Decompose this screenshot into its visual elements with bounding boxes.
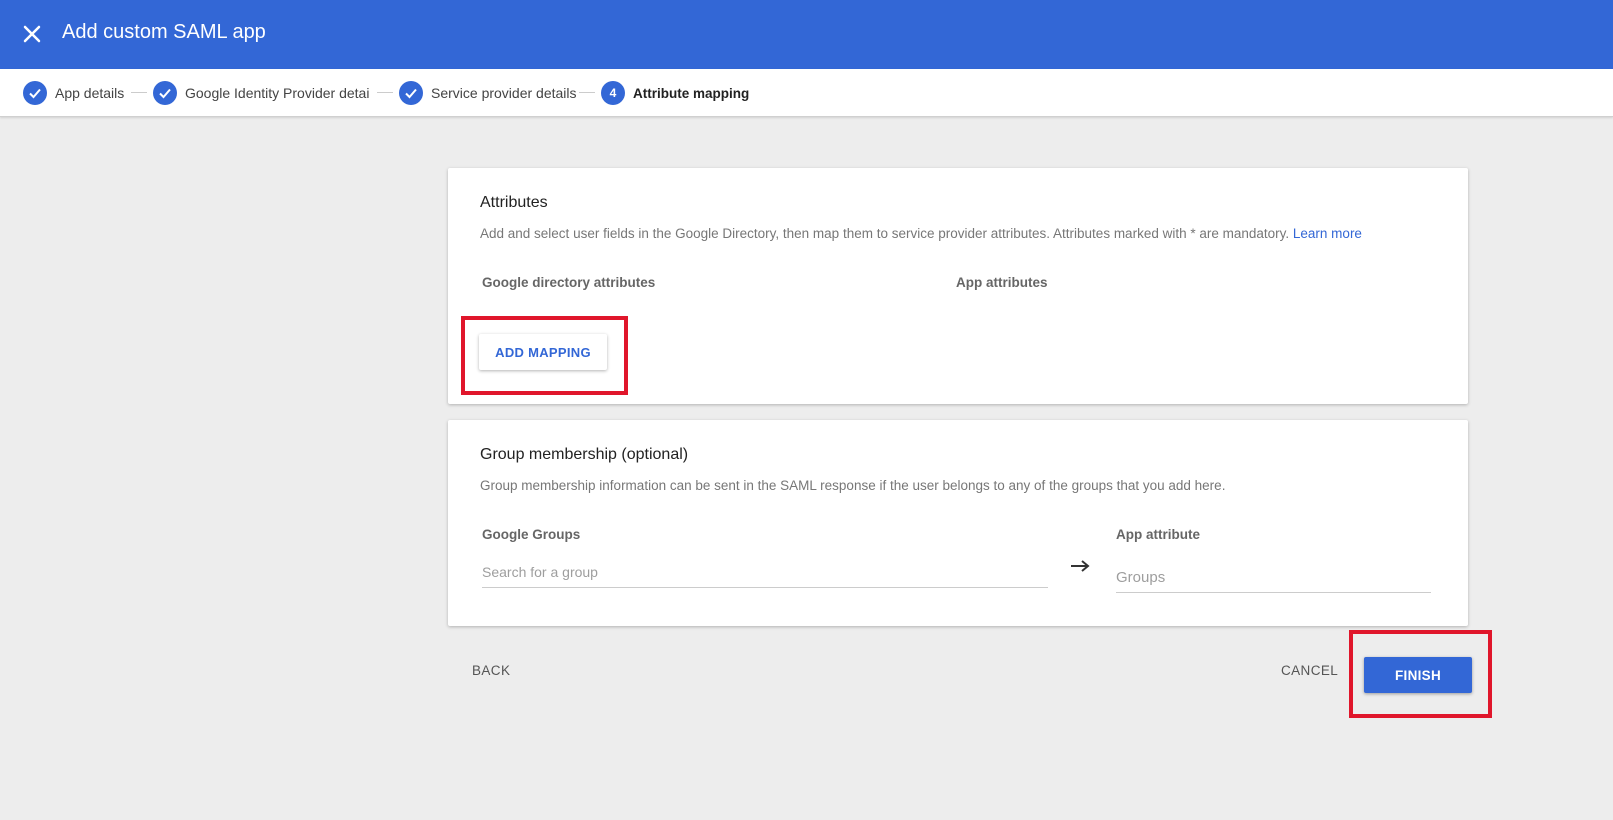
step-app-details[interactable]: App details (23, 81, 124, 105)
group-search-input[interactable] (482, 557, 1048, 588)
learn-more-link[interactable]: Learn more (1293, 226, 1362, 241)
step-label: Attribute mapping (633, 85, 750, 101)
step-label: Service provider details (431, 85, 577, 101)
close-icon[interactable] (20, 22, 44, 46)
back-button[interactable]: BACK (472, 663, 510, 678)
top-app-bar: Add custom SAML app (0, 0, 1613, 69)
step-label: Google Identity Provider details (185, 85, 369, 101)
step-google-idp-details[interactable]: Google Identity Provider details (153, 81, 369, 105)
step-number: 4 (601, 81, 625, 105)
check-icon (23, 81, 47, 105)
arrow-right-icon (1070, 556, 1090, 579)
step-service-provider-details[interactable]: Service provider details (399, 81, 577, 105)
highlight-box-finish (1349, 630, 1492, 718)
group-membership-card: Group membership (optional) Group member… (448, 420, 1468, 626)
cancel-button[interactable]: CANCEL (1281, 663, 1338, 678)
group-membership-description: Group membership information can be sent… (480, 478, 1226, 493)
app-attribute-header: App attribute (1116, 527, 1200, 542)
google-directory-attributes-header: Google directory attributes (482, 275, 656, 290)
attributes-title: Attributes (480, 194, 548, 211)
check-icon (399, 81, 423, 105)
step-divider (377, 92, 393, 93)
attributes-description: Add and select user fields in the Google… (480, 226, 1362, 241)
page-title: Add custom SAML app (62, 21, 266, 43)
group-membership-title: Group membership (optional) (480, 446, 689, 463)
stepper: App details Google Identity Provider det… (0, 69, 1613, 117)
highlight-box-add-mapping (461, 316, 628, 395)
step-label: App details (55, 85, 125, 101)
step-divider (131, 92, 147, 93)
app-attribute-input[interactable] (1116, 562, 1431, 593)
step-divider (579, 92, 595, 93)
attributes-description-text: Add and select user fields in the Google… (480, 226, 1290, 241)
app-attributes-header: App attributes (956, 275, 1048, 290)
step-attribute-mapping[interactable]: 4 Attribute mapping (601, 81, 749, 105)
check-icon (153, 81, 177, 105)
google-groups-header: Google Groups (482, 527, 581, 542)
